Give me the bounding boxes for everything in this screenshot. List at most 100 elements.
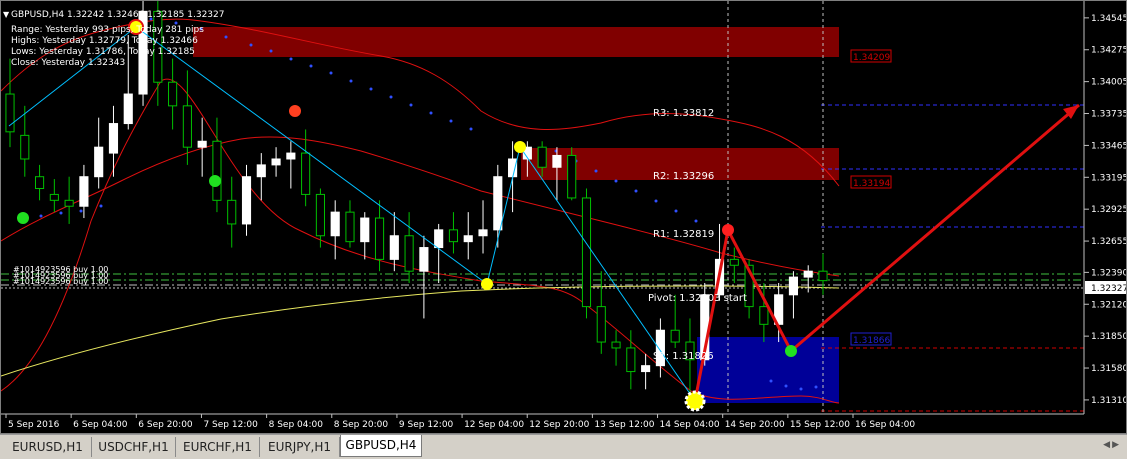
demand-zone	[697, 337, 839, 403]
s1-label: S1: 1.31826	[653, 351, 714, 362]
candle-body	[493, 176, 503, 231]
sar-dot	[39, 214, 43, 218]
candle-body	[626, 347, 636, 373]
candle-body	[729, 258, 739, 266]
time-ticks: 5 Sep 2016 6 Sep 04:00 6 Sep 20:00 7 Sep 12…	[5, 414, 915, 430]
tab-gbpusd-h4[interactable]: GBPUSD,H4	[340, 435, 422, 457]
candle-body	[404, 235, 414, 272]
order-label-3: #1014923596 buy 1.00	[13, 277, 108, 286]
candle-body	[537, 146, 547, 168]
candle-body	[271, 158, 281, 166]
swing-low-marker-2	[209, 175, 221, 187]
time-tick-label: 14 Sep 20:00	[725, 420, 785, 430]
tab-usdchf-h1[interactable]: USDCHF,H1	[92, 437, 176, 457]
sar-dot	[369, 87, 373, 91]
price-tick-label: 1.33735	[1091, 110, 1126, 120]
price-tick-label: 1.32390	[1091, 268, 1126, 278]
time-tick-label: 6 Sep 04:00	[73, 420, 128, 430]
time-tick-label: 5 Sep 2016	[8, 420, 60, 430]
tab-eurjpy-h1[interactable]: EURJPY,H1	[260, 437, 340, 457]
current-price-tag: 1.32327	[1085, 281, 1127, 294]
time-tick-label: 12 Sep 20:00	[529, 420, 589, 430]
price-tick-label: 1.32655	[1091, 237, 1126, 247]
swing-low-star	[684, 390, 706, 412]
candle-body	[212, 140, 222, 201]
time-tick-label: 12 Sep 04:00	[464, 420, 524, 430]
time-tick-label: 8 Sep 20:00	[334, 420, 389, 430]
candle-body	[64, 199, 74, 207]
candle-body	[611, 341, 621, 349]
candle-body	[818, 270, 828, 282]
range-line: Range: Yesterday 993 pips, Today 281 pip…	[11, 25, 204, 35]
candle-body	[286, 152, 296, 160]
candle-body	[448, 229, 459, 243]
sar-dot	[99, 204, 103, 208]
sar-dot	[409, 103, 413, 107]
candle-body	[49, 193, 59, 201]
close-line: Close: Yesterday 1.32343	[11, 58, 125, 68]
candle-body	[478, 229, 488, 237]
swing-marker-yellow-1	[481, 278, 493, 290]
lows-line: Lows: Yesterday 1.31786, Today 1.32185	[11, 47, 195, 57]
symbol-line: GBPUSD,H4 1.32242 1.32466 1.32185 1.3232…	[11, 10, 224, 20]
tab-eurusd-h1[interactable]: EURUSD,H1	[4, 437, 92, 457]
sar-dot	[784, 384, 788, 388]
sar-dot	[289, 57, 293, 61]
sar-dot	[249, 43, 253, 47]
candle-body	[641, 365, 651, 373]
swing-marker-red	[289, 105, 301, 117]
candle-body	[419, 247, 429, 272]
chart-menu-arrow[interactable]: ▼	[3, 10, 10, 19]
sar-dot	[654, 199, 658, 203]
candle-body	[241, 176, 252, 225]
candle-body	[197, 140, 207, 148]
candle-body	[227, 199, 237, 225]
sar-dot	[79, 209, 83, 213]
forecast-node-top	[722, 224, 734, 236]
candle-body	[79, 176, 89, 207]
candle-body	[108, 123, 119, 154]
time-tick-label: 9 Sep 12:00	[399, 420, 454, 430]
price-tick-label: 1.34545	[1091, 14, 1126, 24]
time-tick-label: 7 Sep 12:00	[203, 420, 258, 430]
chart-window[interactable]: GBPUSD,H4 1.32242 1.32466 1.32185 1.3232…	[0, 0, 1127, 434]
sar-dot	[389, 95, 393, 99]
zone-mid-label: 1.33194	[853, 179, 890, 189]
price-tick-label: 1.34005	[1091, 78, 1126, 88]
price-tick-label: 1.31580	[1091, 364, 1126, 374]
pivot-label: Pivot: 1.32303 start	[648, 293, 747, 304]
candle-body	[670, 329, 680, 343]
time-tick-label: 14 Sep 04:00	[660, 420, 720, 430]
candle-body	[374, 217, 385, 260]
sar-dot	[814, 385, 818, 389]
candle-body	[94, 146, 104, 178]
candle-body	[552, 154, 562, 168]
candle-body	[20, 134, 30, 160]
candle-body	[463, 235, 473, 243]
r3-label: R3: 1.33812	[653, 108, 714, 119]
sar-dot	[634, 189, 638, 193]
supply-zone-upper	[193, 27, 839, 57]
candle	[567, 147, 577, 201]
sar-dot	[269, 49, 273, 53]
candle-body	[182, 105, 192, 148]
highs-line: Highs: Yesterday 1.32779, Today 1.32466	[11, 36, 198, 46]
candle-body	[345, 211, 355, 243]
candle-body	[759, 306, 769, 325]
time-tick-label: 15 Sep 12:00	[790, 420, 850, 430]
swing-marker-yellow-2	[514, 141, 526, 153]
zone-top-label: 1.34209	[853, 53, 890, 63]
sar-dot	[429, 111, 433, 115]
price-tick-label: 1.32925	[1091, 205, 1126, 215]
plot-area	[1, 1, 1084, 414]
r2-label: R2: 1.33296	[653, 171, 714, 182]
time-tick-label: 13 Sep 12:00	[594, 420, 654, 430]
time-tick-label: 8 Sep 04:00	[269, 420, 324, 430]
tab-eurchf-h1[interactable]: EURCHF,H1	[176, 437, 260, 457]
price-tick-label: 1.31310	[1091, 396, 1126, 406]
candle-body	[168, 81, 178, 107]
candle-body	[301, 152, 311, 195]
r1-label: R1: 1.32819	[653, 229, 714, 240]
tab-scroll-arrows[interactable]: ◀▶	[1103, 440, 1121, 450]
price-chart[interactable]: GBPUSD,H4 1.32242 1.32466 1.32185 1.3232…	[0, 0, 1127, 433]
